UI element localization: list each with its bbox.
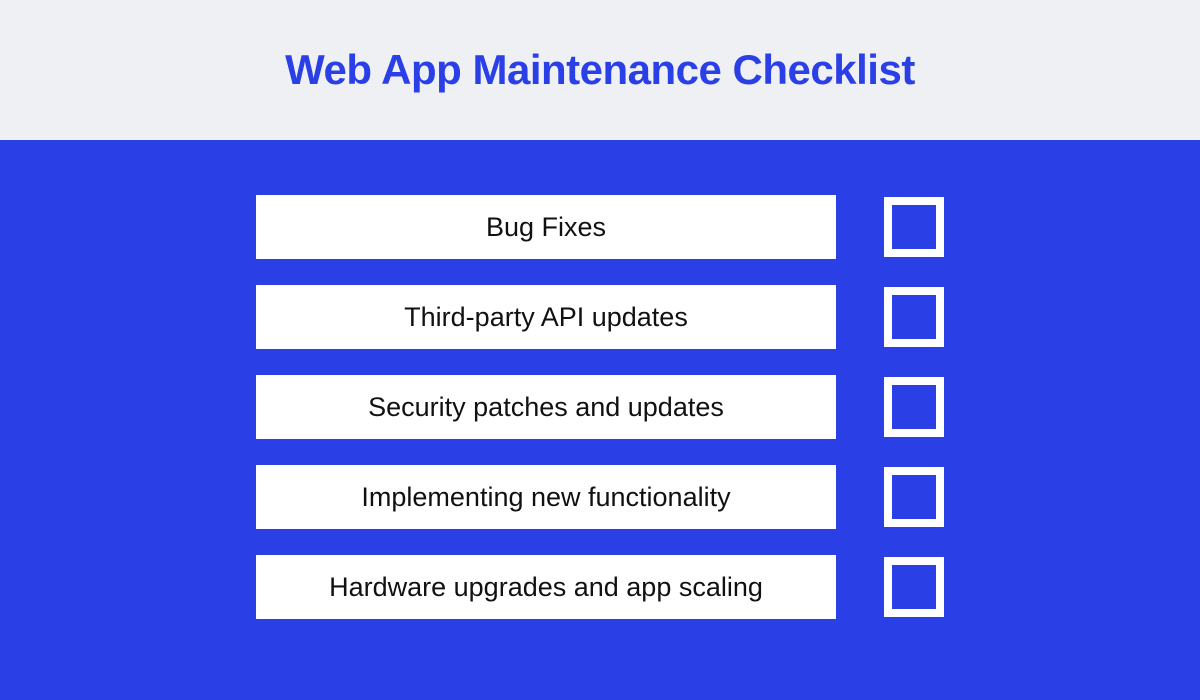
checklist-item-label: Implementing new functionality (256, 465, 836, 529)
checkbox-icon[interactable] (884, 377, 944, 437)
checklist-row: Hardware upgrades and app scaling (256, 555, 944, 619)
checklist-item-label: Security patches and updates (256, 375, 836, 439)
checklist-row: Security patches and updates (256, 375, 944, 439)
page-title: Web App Maintenance Checklist (285, 46, 915, 94)
checkbox-icon[interactable] (884, 287, 944, 347)
checkbox-icon[interactable] (884, 197, 944, 257)
checklist-row: Implementing new functionality (256, 465, 944, 529)
checklist-panel: Bug Fixes Third-party API updates Securi… (0, 140, 1200, 700)
checklist-item-label: Bug Fixes (256, 195, 836, 259)
checklist-item-label: Hardware upgrades and app scaling (256, 555, 836, 619)
checklist-item-label: Third-party API updates (256, 285, 836, 349)
header: Web App Maintenance Checklist (0, 0, 1200, 140)
checklist-row: Bug Fixes (256, 195, 944, 259)
checklist-row: Third-party API updates (256, 285, 944, 349)
checkbox-icon[interactable] (884, 557, 944, 617)
checkbox-icon[interactable] (884, 467, 944, 527)
